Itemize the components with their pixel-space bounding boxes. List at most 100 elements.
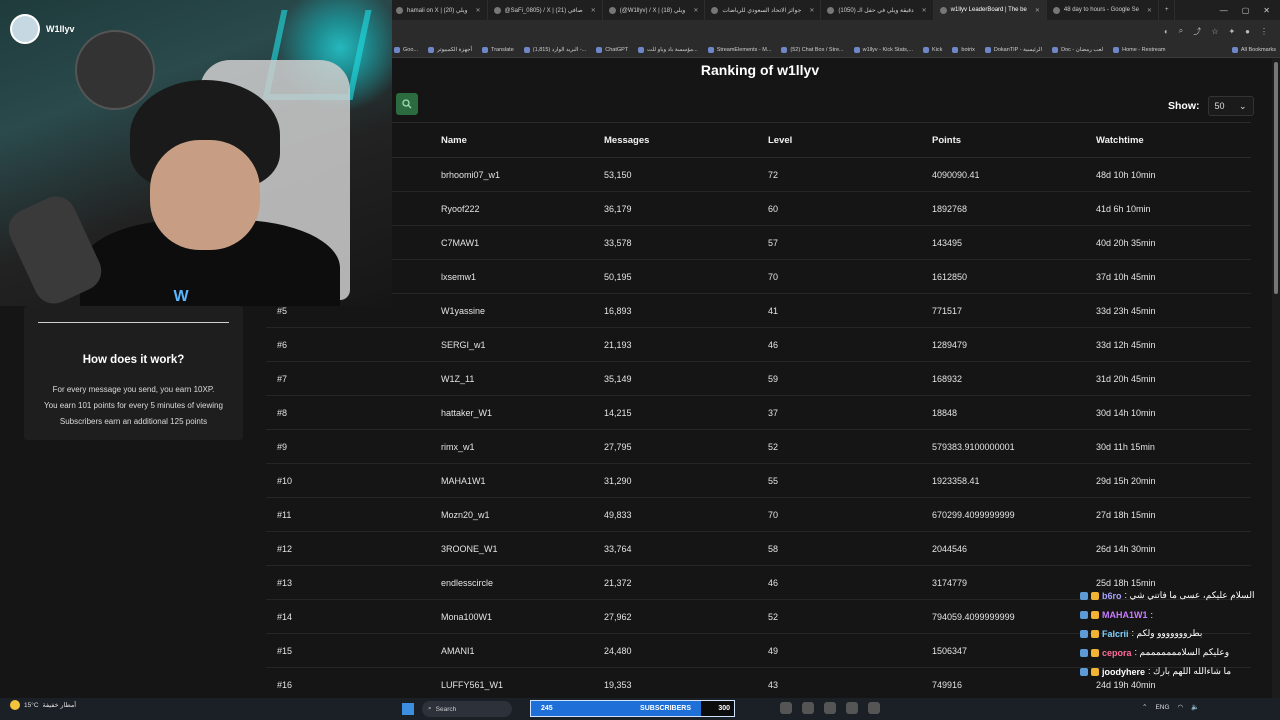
tab-favicon-icon: [711, 6, 719, 14]
extensions-puzzle-icon[interactable]: ✦: [1228, 27, 1235, 36]
points-cell: 771517: [932, 305, 963, 316]
subscriber-count: 245: [541, 705, 553, 712]
bookmark-favicon-icon: [707, 46, 714, 53]
show-label: Show:: [1168, 100, 1200, 112]
chat-username[interactable]: b6ro: [1102, 591, 1122, 601]
extension-icon[interactable]: ◐: [1164, 27, 1169, 36]
browser-tab[interactable]: w1llyv LeaderBoard | The be ✕: [933, 0, 1047, 20]
level-cell: 43: [768, 679, 779, 690]
close-icon[interactable]: ✕: [922, 7, 927, 14]
header-name[interactable]: Name: [441, 123, 467, 157]
bookmark-item[interactable]: (52) Chat Box / Stre...: [781, 46, 844, 53]
share-icon[interactable]: ⤴: [1193, 26, 1201, 37]
bookmark-item[interactable]: أجهزة الكمبيوتر: [427, 46, 472, 53]
bookmark-label: w1llyv - Kick Stats,...: [862, 46, 914, 53]
header-points[interactable]: Points: [932, 123, 961, 157]
bookmark-item[interactable]: botrix: [952, 46, 975, 53]
chat-username[interactable]: joodyhere: [1102, 667, 1145, 677]
name-cell: MAHA1W1: [441, 475, 486, 486]
language-indicator[interactable]: ENG: [1155, 704, 1169, 711]
menu-kebab-icon[interactable]: ⋮: [1260, 27, 1268, 36]
zoom-icon[interactable]: ⌕: [1179, 26, 1183, 36]
bookmark-item[interactable]: StreamElements - M...: [707, 46, 771, 53]
bookmark-item[interactable]: w1llyv - Kick Stats,...: [853, 46, 914, 53]
app-icon[interactable]: [824, 702, 836, 714]
weather-widget[interactable]: 15°C أمطار خفيفة: [10, 700, 76, 710]
tray-chevron-icon[interactable]: ⌃: [1142, 703, 1147, 711]
app-icon[interactable]: [846, 702, 858, 714]
close-icon[interactable]: ✕: [1147, 7, 1152, 14]
close-icon[interactable]: ✕: [1035, 7, 1040, 14]
browser-tab[interactable]: @SaFi_0805) / X | صافي (21) ✕: [488, 0, 603, 20]
bookmark-star-icon[interactable]: ☆: [1211, 27, 1218, 36]
wifi-icon[interactable]: ◠: [1178, 703, 1184, 711]
page-size-select[interactable]: 50 ⌄: [1207, 96, 1254, 116]
name-cell: lxsemw1: [441, 271, 477, 282]
subscriber-goal-bar: 245 SUBSCRIBERS 300: [530, 700, 735, 717]
channel-badge: W1llyv: [10, 14, 75, 44]
chevron-down-icon: ⌄: [1238, 100, 1247, 111]
points-cell: 168932: [932, 373, 963, 384]
bookmark-item[interactable]: Doc - لعب رمضان: [1052, 46, 1103, 53]
header-level[interactable]: Level: [768, 123, 792, 157]
bookmark-item[interactable]: Home - Restream: [1113, 46, 1166, 53]
chat-username[interactable]: MAHA1W1: [1102, 610, 1148, 620]
browser-tab[interactable]: جوائز الاتحاد السعودي للرياضات ✕: [705, 0, 822, 20]
table-row: #9 rimx_w1 27,795 52 579383.9100000001 30d 11…: [266, 430, 1251, 464]
bookmark-label: (52) Chat Box / Stre...: [790, 46, 844, 53]
webcam-overlay: W1llyv W: [0, 0, 392, 306]
header-messages[interactable]: Messages: [604, 123, 649, 157]
windows-start-icon[interactable]: [402, 703, 414, 715]
rank-cell: #12: [277, 543, 293, 554]
tab-title: @SaFi_0805) / X | صافي (21): [504, 7, 583, 14]
bookmark-favicon-icon: [1052, 46, 1059, 53]
all-bookmarks-button[interactable]: All Bookmarks: [1231, 46, 1276, 53]
bookmark-item[interactable]: Translate: [482, 46, 514, 53]
taskbar-search[interactable]: ⌕ Search: [422, 701, 512, 717]
browser-tab[interactable]: 48 day to hours - Google Se ✕: [1047, 0, 1159, 20]
profile-icon[interactable]: ●: [1245, 27, 1250, 36]
points-cell: 18848: [932, 407, 958, 418]
points-cell: 1892768: [932, 203, 968, 214]
page-title: Ranking of w1llyv: [700, 62, 820, 78]
close-window-icon[interactable]: ✕: [1263, 6, 1270, 15]
level-cell: 52: [768, 611, 779, 622]
watchtime-cell: 31d 20h 45min: [1096, 373, 1156, 384]
close-icon[interactable]: ✕: [591, 7, 596, 14]
maximize-icon[interactable]: ▢: [1242, 6, 1250, 15]
points-cell: 4090090.41: [932, 169, 980, 180]
close-icon[interactable]: ✕: [693, 7, 698, 14]
browser-tab[interactable]: (1050) دقيقة ويلي في حفل الـ ✕: [821, 0, 934, 20]
search-icon: [402, 99, 412, 109]
header-watchtime[interactable]: Watchtime: [1096, 123, 1144, 157]
app-icon[interactable]: [868, 702, 880, 714]
browser-tab[interactable]: (@W1llyv) / X | ويلي (18) ✕: [603, 0, 706, 20]
bookmark-item[interactable]: DokanTIP - الرئيسية: [984, 46, 1042, 53]
bookmark-item[interactable]: البريد الوارد (1,815) -...: [523, 46, 587, 53]
browser-tab[interactable]: hamali on X | ويلي (20) ✕: [390, 0, 488, 20]
bookmark-item[interactable]: Goo...: [394, 46, 418, 53]
bookmark-item[interactable]: ChatGPT: [596, 46, 628, 53]
search-button[interactable]: [396, 93, 418, 115]
volume-icon[interactable]: 🔈: [1191, 703, 1199, 711]
watchtime-cell: 30d 14h 10min: [1096, 407, 1156, 418]
spotify-icon[interactable]: [802, 702, 814, 714]
discord-icon[interactable]: [780, 702, 792, 714]
subscriber-badge-icon: [1080, 648, 1088, 657]
chat-username[interactable]: Falcrii: [1102, 629, 1129, 639]
bookmark-item[interactable]: Kick: [923, 46, 942, 53]
bookmark-label: البريد الوارد (1,815) -...: [532, 46, 587, 53]
bookmark-item[interactable]: مؤسسة باد وباو للت...: [638, 46, 698, 53]
close-icon[interactable]: ✕: [809, 7, 814, 14]
messages-cell: 31,290: [604, 475, 632, 486]
bookmark-label: Translate: [491, 46, 514, 53]
messages-cell: 16,893: [604, 305, 632, 316]
how-it-works-text: For every message you send, you earn 10X…: [24, 382, 243, 430]
chat-username[interactable]: cepora: [1102, 648, 1132, 658]
name-cell: Mona100W1: [441, 611, 493, 622]
new-tab-button[interactable]: +: [1159, 0, 1176, 20]
minimize-icon[interactable]: —: [1220, 6, 1228, 15]
page-scrollbar-thumb[interactable]: [1274, 62, 1278, 294]
rank-cell: #15: [277, 645, 293, 656]
close-icon[interactable]: ✕: [476, 7, 481, 14]
